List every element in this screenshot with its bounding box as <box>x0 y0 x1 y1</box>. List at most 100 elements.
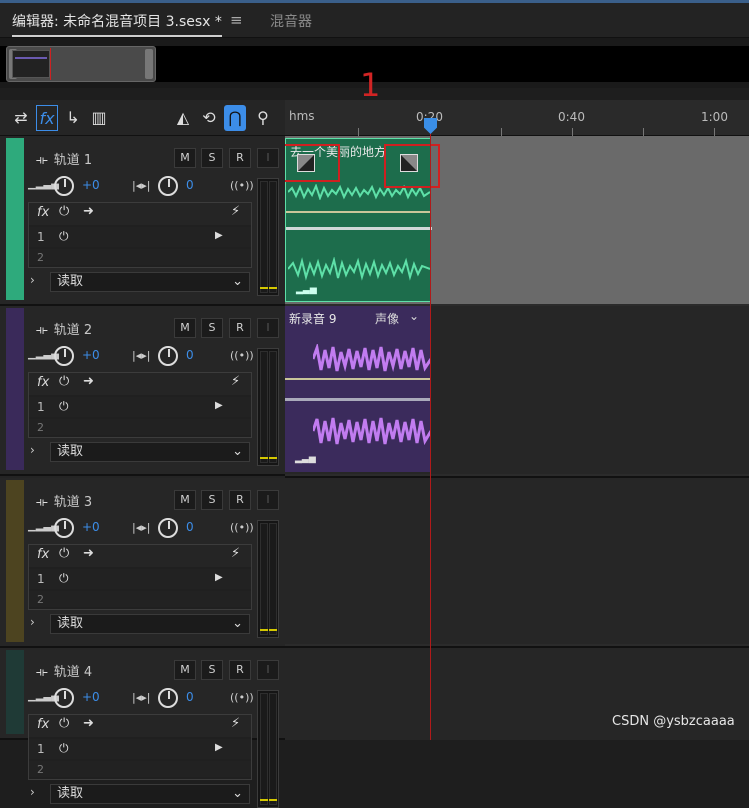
solo-button[interactable]: S <box>201 148 223 168</box>
mute-button[interactable]: M <box>174 490 196 510</box>
lightning-icon[interactable]: ⚡ <box>231 374 240 389</box>
pan-value[interactable]: 0 <box>186 348 194 362</box>
pre-post-icon[interactable]: ➜ <box>83 546 94 561</box>
tab-editor[interactable]: 编辑器: 未命名混音项目 3.sesx * <box>12 11 222 37</box>
volume-value[interactable]: +0 <box>82 690 100 704</box>
pan-knob[interactable] <box>158 346 178 366</box>
play-arrow-icon[interactable]: ▶ <box>215 230 223 241</box>
pan-knob[interactable] <box>158 176 178 196</box>
track-name[interactable]: ⟛ 轨道 1 <box>36 149 92 168</box>
chevron-right-icon[interactable]: › <box>30 273 35 287</box>
chevron-right-icon[interactable]: › <box>30 785 35 799</box>
clip-gain-icon[interactable]: ▂▃▅ <box>296 285 317 295</box>
volume-knob[interactable] <box>54 518 74 538</box>
automation-mode-select[interactable]: 读取 ⌄ <box>50 614 250 634</box>
clip-mode[interactable]: 声像 <box>375 310 399 327</box>
pan-value[interactable]: 0 <box>186 520 194 534</box>
loop-icon[interactable]: ⟲ <box>198 105 220 131</box>
power-icon[interactable]: ⏻ <box>59 741 69 756</box>
volume-value[interactable]: +0 <box>82 348 100 362</box>
volume-envelope[interactable] <box>285 378 431 380</box>
zoom-handle-right[interactable] <box>145 49 153 79</box>
lightning-icon[interactable]: ⚡ <box>231 546 240 561</box>
mute-button[interactable]: M <box>174 660 196 680</box>
play-arrow-icon[interactable]: ▶ <box>215 572 223 583</box>
input-icon[interactable]: ((•)) <box>230 521 254 534</box>
input-monitor-button[interactable]: I <box>257 660 279 680</box>
pan-value[interactable]: 0 <box>186 178 194 192</box>
pan-knob[interactable] <box>158 518 178 538</box>
fx-icon[interactable]: fx <box>36 105 58 131</box>
record-arm-button[interactable]: R <box>229 148 251 168</box>
volume-value[interactable]: +0 <box>82 178 100 192</box>
power-icon[interactable]: ⏻ <box>59 546 69 561</box>
volume-knob[interactable] <box>54 346 74 366</box>
mute-button[interactable]: M <box>174 148 196 168</box>
waveform-icon: ⟛ <box>36 495 48 510</box>
input-monitor-button[interactable]: I <box>257 490 279 510</box>
play-arrow-icon[interactable]: ▶ <box>215 742 223 753</box>
chevron-right-icon[interactable]: › <box>30 615 35 629</box>
power-icon[interactable]: ⏻ <box>59 399 69 414</box>
lightning-icon[interactable]: ⚡ <box>231 716 240 731</box>
mute-button[interactable]: M <box>174 318 196 338</box>
track-name[interactable]: ⟛ 轨道 4 <box>36 661 92 680</box>
send-icon[interactable]: ↳ <box>62 105 84 131</box>
automation-mode-select[interactable]: 读取 ⌄ <box>50 784 250 804</box>
input-icon[interactable]: ((•)) <box>230 179 254 192</box>
volume-knob[interactable] <box>54 688 74 708</box>
solo-button[interactable]: S <box>201 318 223 338</box>
volume-value[interactable]: +0 <box>82 520 100 534</box>
play-arrow-icon[interactable]: ▶ <box>215 400 223 411</box>
input-icon[interactable]: ((•)) <box>230 691 254 704</box>
record-arm-button[interactable]: R <box>229 490 251 510</box>
power-icon[interactable]: ⏻ <box>59 374 69 389</box>
power-icon[interactable]: ⏻ <box>59 571 69 586</box>
metronome-icon[interactable]: ◭ <box>172 105 194 131</box>
clip-gain-icon[interactable]: ▂▃▅ <box>295 454 316 464</box>
pan-knob[interactable] <box>158 688 178 708</box>
lightning-icon[interactable]: ⚡ <box>231 204 240 219</box>
solo-button[interactable]: S <box>201 490 223 510</box>
input-icon[interactable]: ((•)) <box>230 349 254 362</box>
fx-slot[interactable]: 2 <box>29 761 251 777</box>
track-name[interactable]: ⟛ 轨道 3 <box>36 491 92 510</box>
pre-post-icon[interactable]: ➜ <box>83 716 94 731</box>
record-arm-button[interactable]: R <box>229 660 251 680</box>
panel-menu-icon[interactable]: ≡ <box>230 11 243 29</box>
track-name[interactable]: ⟛ 轨道 2 <box>36 319 92 338</box>
pan-value[interactable]: 0 <box>186 690 194 704</box>
input-monitor-button[interactable]: I <box>257 148 279 168</box>
timeline-area[interactable]: 去一个美丽的地方 ▂▃▅ 新录音 9 声像 ⌄ ▂▃▅ <box>285 136 749 740</box>
fx-slot[interactable]: 1 ⏻ ▶ <box>29 397 251 417</box>
audio-clip-2[interactable]: 新录音 9 声像 ⌄ ▂▃▅ <box>285 306 433 472</box>
automation-mode-select[interactable]: 读取 ⌄ <box>50 442 250 462</box>
chevron-down-icon[interactable]: ⌄ <box>409 309 419 323</box>
power-icon[interactable]: ⏻ <box>59 204 69 219</box>
record-arm-button[interactable]: R <box>229 318 251 338</box>
fx-slot[interactable]: 1 ⏻ ▶ <box>29 739 251 759</box>
input-monitor-button[interactable]: I <box>257 318 279 338</box>
tab-mixer[interactable]: 混音器 <box>270 11 312 31</box>
solo-button[interactable]: S <box>201 660 223 680</box>
snap-icon[interactable]: ⋂ <box>224 105 246 131</box>
fx-slot[interactable]: 1 ⏻ ▶ <box>29 227 251 247</box>
fx-slot[interactable]: 1 ⏻ ▶ <box>29 569 251 589</box>
fx-slot[interactable]: 2 <box>29 419 251 435</box>
swap-icon[interactable]: ⇄ <box>10 105 32 131</box>
volume-envelope[interactable] <box>286 211 430 213</box>
power-icon[interactable]: ⏻ <box>59 716 69 731</box>
eq-icon[interactable]: ▥ <box>88 105 110 131</box>
level-meter <box>257 348 279 466</box>
track-lane-3[interactable] <box>285 476 749 644</box>
pin-icon[interactable]: ⚲ <box>252 105 274 131</box>
volume-knob[interactable] <box>54 176 74 196</box>
fx-slot[interactable]: 2 <box>29 591 251 607</box>
pre-post-icon[interactable]: ➜ <box>83 204 94 219</box>
power-icon[interactable]: ⏻ <box>59 229 69 244</box>
automation-mode-select[interactable]: 读取 ⌄ <box>50 272 250 292</box>
chevron-right-icon[interactable]: › <box>30 443 35 457</box>
fx-slot[interactable]: 2 <box>29 249 251 265</box>
time-ruler[interactable]: hms <box>285 100 749 136</box>
pre-post-icon[interactable]: ➜ <box>83 374 94 389</box>
